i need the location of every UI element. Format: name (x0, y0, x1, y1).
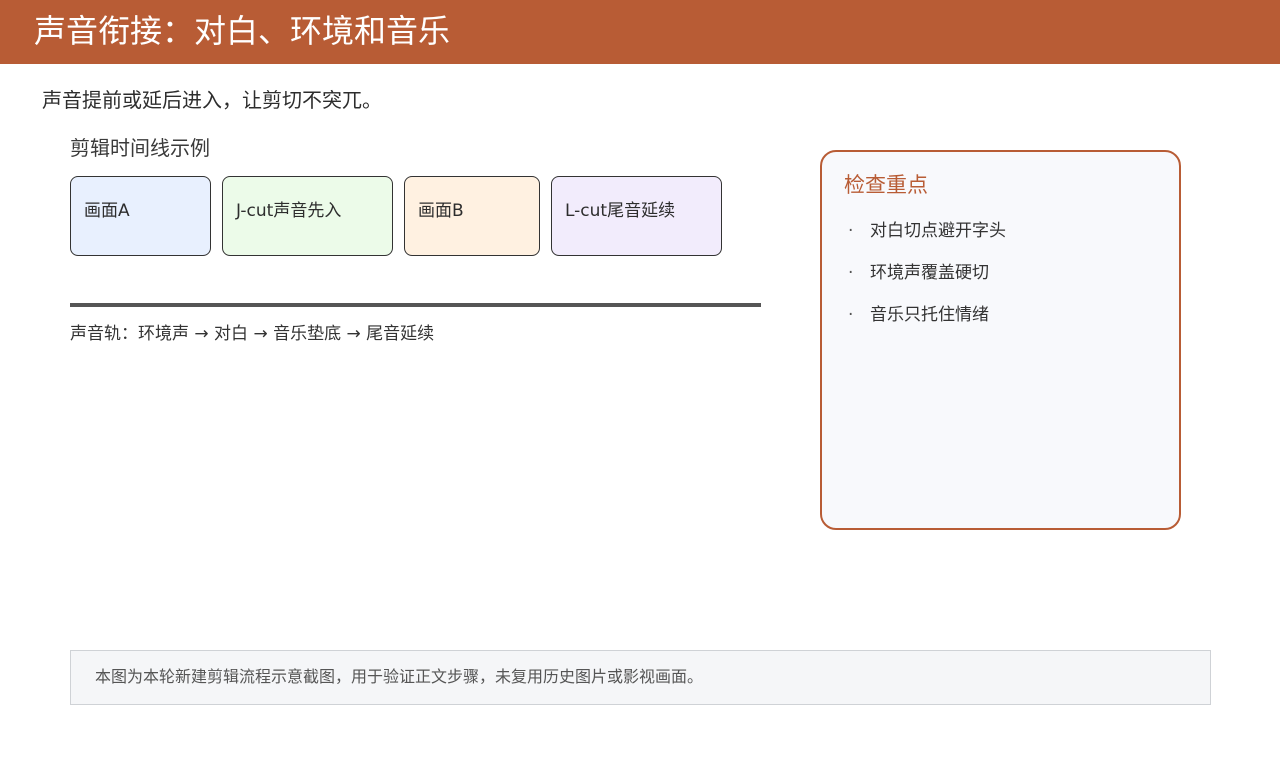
timeline-heading: 剪辑时间线示例 (70, 136, 210, 160)
checklist-title: 检查重点 (844, 173, 928, 197)
footer-note: 本图为本轮新建剪辑流程示意截图，用于验证正文步骤，未复用历史图片或影视画面。 (70, 650, 1211, 705)
checklist-item: · 音乐只托住情绪 (848, 302, 1006, 344)
bullet-icon: · (848, 305, 854, 325)
clip-label: 画面B (418, 201, 464, 221)
page-title: 声音衔接：对白、环境和音乐 (34, 12, 451, 50)
checklist-item: · 环境声覆盖硬切 (848, 260, 1006, 302)
audio-track-caption: 声音轨：环境声 → 对白 → 音乐垫底 → 尾音延续 (70, 324, 435, 344)
clip-l-cut[interactable]: L-cut尾音延续 (551, 176, 722, 256)
clip-picture-a[interactable]: 画面A (70, 176, 211, 256)
checklist-item-text: 对白切点避开字头 (870, 221, 1006, 241)
checklist-panel: 检查重点 · 对白切点避开字头 · 环境声覆盖硬切 · 音乐只托住情绪 (820, 150, 1181, 530)
checklist: · 对白切点避开字头 · 环境声覆盖硬切 · 音乐只托住情绪 (848, 218, 1006, 344)
clip-j-cut[interactable]: J-cut声音先入 (222, 176, 393, 256)
bullet-icon: · (848, 221, 854, 241)
clip-label: J-cut声音先入 (236, 201, 342, 221)
bullet-icon: · (848, 263, 854, 283)
header-bar: 声音衔接：对白、环境和音乐 (0, 0, 1280, 64)
audio-track-line (70, 303, 761, 307)
clip-label: 画面A (84, 201, 130, 221)
clip-label: L-cut尾音延续 (565, 201, 676, 221)
checklist-item: · 对白切点避开字头 (848, 218, 1006, 260)
clip-picture-b[interactable]: 画面B (404, 176, 540, 256)
checklist-item-text: 音乐只托住情绪 (870, 305, 989, 325)
footer-note-text: 本图为本轮新建剪辑流程示意截图，用于验证正文步骤，未复用历史图片或影视画面。 (95, 667, 704, 686)
checklist-item-text: 环境声覆盖硬切 (870, 263, 989, 283)
page-subtitle: 声音提前或延后进入，让剪切不突兀。 (42, 88, 382, 112)
